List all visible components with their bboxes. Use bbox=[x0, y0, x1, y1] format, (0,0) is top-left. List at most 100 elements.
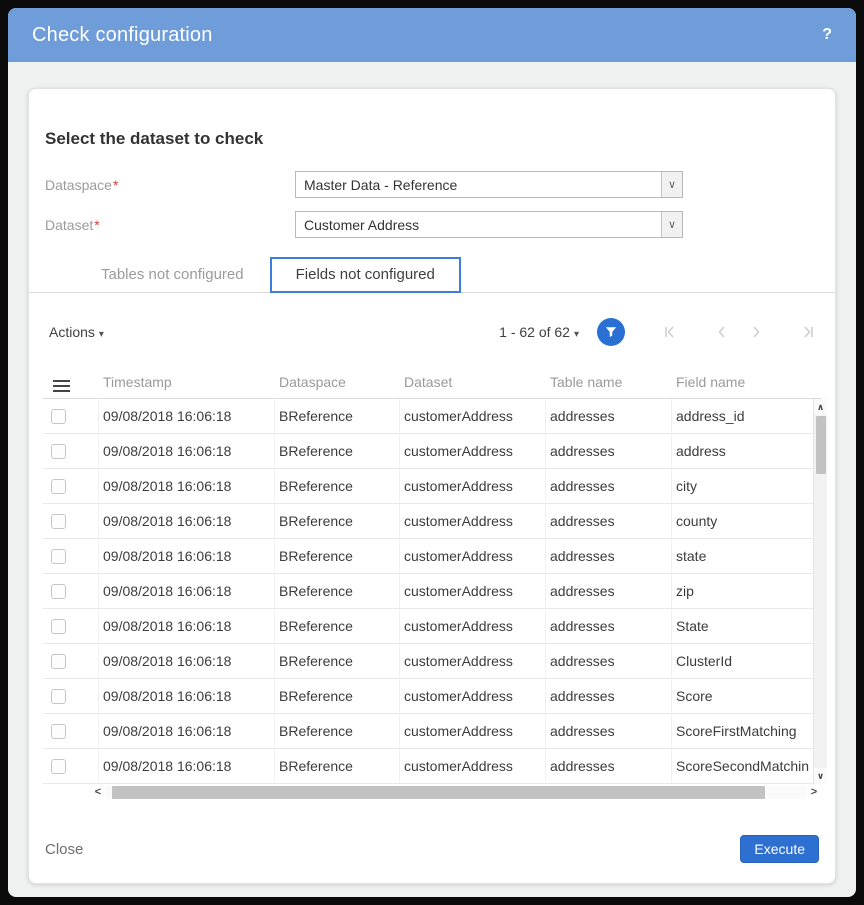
table-menu-icon[interactable] bbox=[53, 380, 70, 392]
previous-page-icon bbox=[714, 324, 730, 340]
form-row-dataspace: Dataspace* Master Data - Reference ∨ bbox=[43, 171, 821, 198]
dataset-select[interactable]: Customer Address ∨ bbox=[295, 211, 683, 238]
dataset-select-value: Customer Address bbox=[296, 217, 661, 233]
caret-down-icon: ▾ bbox=[99, 329, 104, 340]
pagination-range-button[interactable]: 1 - 62 of 62▾ bbox=[499, 324, 579, 340]
previous-page-button[interactable] bbox=[709, 319, 735, 345]
next-page-icon bbox=[748, 324, 764, 340]
cell-dataset: customerAddress bbox=[400, 749, 546, 784]
dataset-label: Dataset* bbox=[43, 217, 295, 233]
column-header-dataspace[interactable]: Dataspace bbox=[275, 374, 400, 390]
row-checkbox[interactable] bbox=[51, 479, 66, 494]
cell-field-name: address bbox=[672, 434, 813, 469]
pagination-controls: 1 - 62 of 62▾ bbox=[499, 318, 821, 346]
cell-field-name: Score bbox=[672, 679, 813, 714]
row-checkbox[interactable] bbox=[51, 444, 66, 459]
row-checkbox[interactable] bbox=[51, 689, 66, 704]
row-checkbox[interactable] bbox=[51, 549, 66, 564]
table-row[interactable]: 09/08/2018 16:06:18 BReference customerA… bbox=[43, 539, 813, 574]
cell-dataset: customerAddress bbox=[400, 679, 546, 714]
cell-dataset: customerAddress bbox=[400, 539, 546, 574]
cell-field-name: ScoreSecondMatchin bbox=[672, 749, 813, 784]
cell-table-name: addresses bbox=[546, 399, 672, 434]
table-row[interactable]: 09/08/2018 16:06:18 BReference customerA… bbox=[43, 714, 813, 749]
cell-dataset: customerAddress bbox=[400, 714, 546, 749]
tab-bar: Tables not configured Fields not configu… bbox=[29, 257, 835, 293]
cell-field-name: State bbox=[672, 609, 813, 644]
horizontal-scrollbar[interactable]: < > bbox=[91, 785, 821, 800]
table-row[interactable]: 09/08/2018 16:06:18 BReference customerA… bbox=[43, 609, 813, 644]
cell-table-name: addresses bbox=[546, 574, 672, 609]
chevron-down-icon: ∨ bbox=[661, 212, 682, 237]
last-page-icon bbox=[800, 324, 816, 340]
vertical-scrollbar[interactable]: ∧ ∨ bbox=[813, 399, 827, 784]
filter-button[interactable] bbox=[597, 318, 625, 346]
scroll-down-icon[interactable]: ∨ bbox=[814, 768, 827, 784]
row-checkbox[interactable] bbox=[51, 584, 66, 599]
table-row[interactable]: 09/08/2018 16:06:18 BReference customerA… bbox=[43, 469, 813, 504]
table-row[interactable]: 09/08/2018 16:06:18 BReference customerA… bbox=[43, 399, 813, 434]
column-header-timestamp[interactable]: Timestamp bbox=[99, 374, 275, 390]
horizontal-scrollbar-thumb[interactable] bbox=[112, 786, 765, 799]
row-checkbox[interactable] bbox=[51, 409, 66, 424]
cell-dataset: customerAddress bbox=[400, 399, 546, 434]
tab-fields-not-configured[interactable]: Fields not configured bbox=[270, 257, 461, 293]
table-row[interactable]: 09/08/2018 16:06:18 BReference customerA… bbox=[43, 679, 813, 714]
dataspace-label: Dataspace* bbox=[43, 177, 295, 193]
execute-button[interactable]: Execute bbox=[740, 835, 819, 863]
table-row[interactable]: 09/08/2018 16:06:18 BReference customerA… bbox=[43, 504, 813, 539]
scroll-up-icon[interactable]: ∧ bbox=[814, 399, 827, 415]
cell-dataspace: BReference bbox=[275, 399, 400, 434]
cell-timestamp: 09/08/2018 16:06:18 bbox=[99, 539, 275, 574]
cell-timestamp: 09/08/2018 16:06:18 bbox=[99, 609, 275, 644]
scroll-left-icon[interactable]: < bbox=[91, 785, 105, 800]
column-header-field-name[interactable]: Field name bbox=[672, 374, 821, 390]
row-checkbox[interactable] bbox=[51, 724, 66, 739]
table-body: 09/08/2018 16:06:18 BReference customerA… bbox=[43, 399, 821, 784]
help-icon[interactable]: ? bbox=[822, 26, 832, 44]
dialog-footer: Close Execute bbox=[43, 821, 821, 867]
row-checkbox[interactable] bbox=[51, 654, 66, 669]
window-frame: Check configuration ? Select the dataset… bbox=[0, 0, 864, 905]
table-row[interactable]: 09/08/2018 16:06:18 BReference customerA… bbox=[43, 434, 813, 469]
chevron-down-icon: ∨ bbox=[661, 172, 682, 197]
next-page-button[interactable] bbox=[743, 319, 769, 345]
cell-dataspace: BReference bbox=[275, 504, 400, 539]
first-page-button[interactable] bbox=[657, 319, 683, 345]
cell-dataspace: BReference bbox=[275, 609, 400, 644]
cell-timestamp: 09/08/2018 16:06:18 bbox=[99, 714, 275, 749]
form-row-dataset: Dataset* Customer Address ∨ bbox=[43, 211, 821, 238]
table-header-row: Timestamp Dataspace Dataset Table name F… bbox=[43, 365, 821, 399]
results-table: Timestamp Dataspace Dataset Table name F… bbox=[43, 365, 821, 800]
cell-field-name: ScoreFirstMatching bbox=[672, 714, 813, 749]
close-button[interactable]: Close bbox=[45, 841, 83, 858]
cell-field-name: state bbox=[672, 539, 813, 574]
cell-table-name: addresses bbox=[546, 609, 672, 644]
last-page-button[interactable] bbox=[795, 319, 821, 345]
row-checkbox[interactable] bbox=[51, 759, 66, 774]
column-header-table-name[interactable]: Table name bbox=[546, 374, 672, 390]
row-checkbox[interactable] bbox=[51, 514, 66, 529]
cell-dataset: customerAddress bbox=[400, 574, 546, 609]
tab-tables-not-configured[interactable]: Tables not configured bbox=[75, 258, 270, 291]
cell-table-name: addresses bbox=[546, 749, 672, 784]
row-checkbox[interactable] bbox=[51, 619, 66, 634]
column-header-dataset[interactable]: Dataset bbox=[400, 374, 546, 390]
first-page-icon bbox=[662, 324, 678, 340]
table-row[interactable]: 09/08/2018 16:06:18 BReference customerA… bbox=[43, 574, 813, 609]
cell-dataset: customerAddress bbox=[400, 434, 546, 469]
cell-dataset: customerAddress bbox=[400, 469, 546, 504]
dataspace-select[interactable]: Master Data - Reference ∨ bbox=[295, 171, 683, 198]
table-row[interactable]: 09/08/2018 16:06:18 BReference customerA… bbox=[43, 749, 813, 784]
table-row[interactable]: 09/08/2018 16:06:18 BReference customerA… bbox=[43, 644, 813, 679]
cell-timestamp: 09/08/2018 16:06:18 bbox=[99, 399, 275, 434]
dialog-card: Select the dataset to check Dataspace* M… bbox=[28, 88, 836, 884]
dialog-title: Check configuration bbox=[32, 24, 213, 47]
vertical-scrollbar-thumb[interactable] bbox=[816, 416, 826, 474]
actions-menu-button[interactable]: Actions▾ bbox=[43, 324, 104, 340]
cell-timestamp: 09/08/2018 16:06:18 bbox=[99, 749, 275, 784]
cell-timestamp: 09/08/2018 16:06:18 bbox=[99, 504, 275, 539]
scroll-right-icon[interactable]: > bbox=[807, 785, 821, 800]
cell-dataspace: BReference bbox=[275, 749, 400, 784]
cell-field-name: city bbox=[672, 469, 813, 504]
